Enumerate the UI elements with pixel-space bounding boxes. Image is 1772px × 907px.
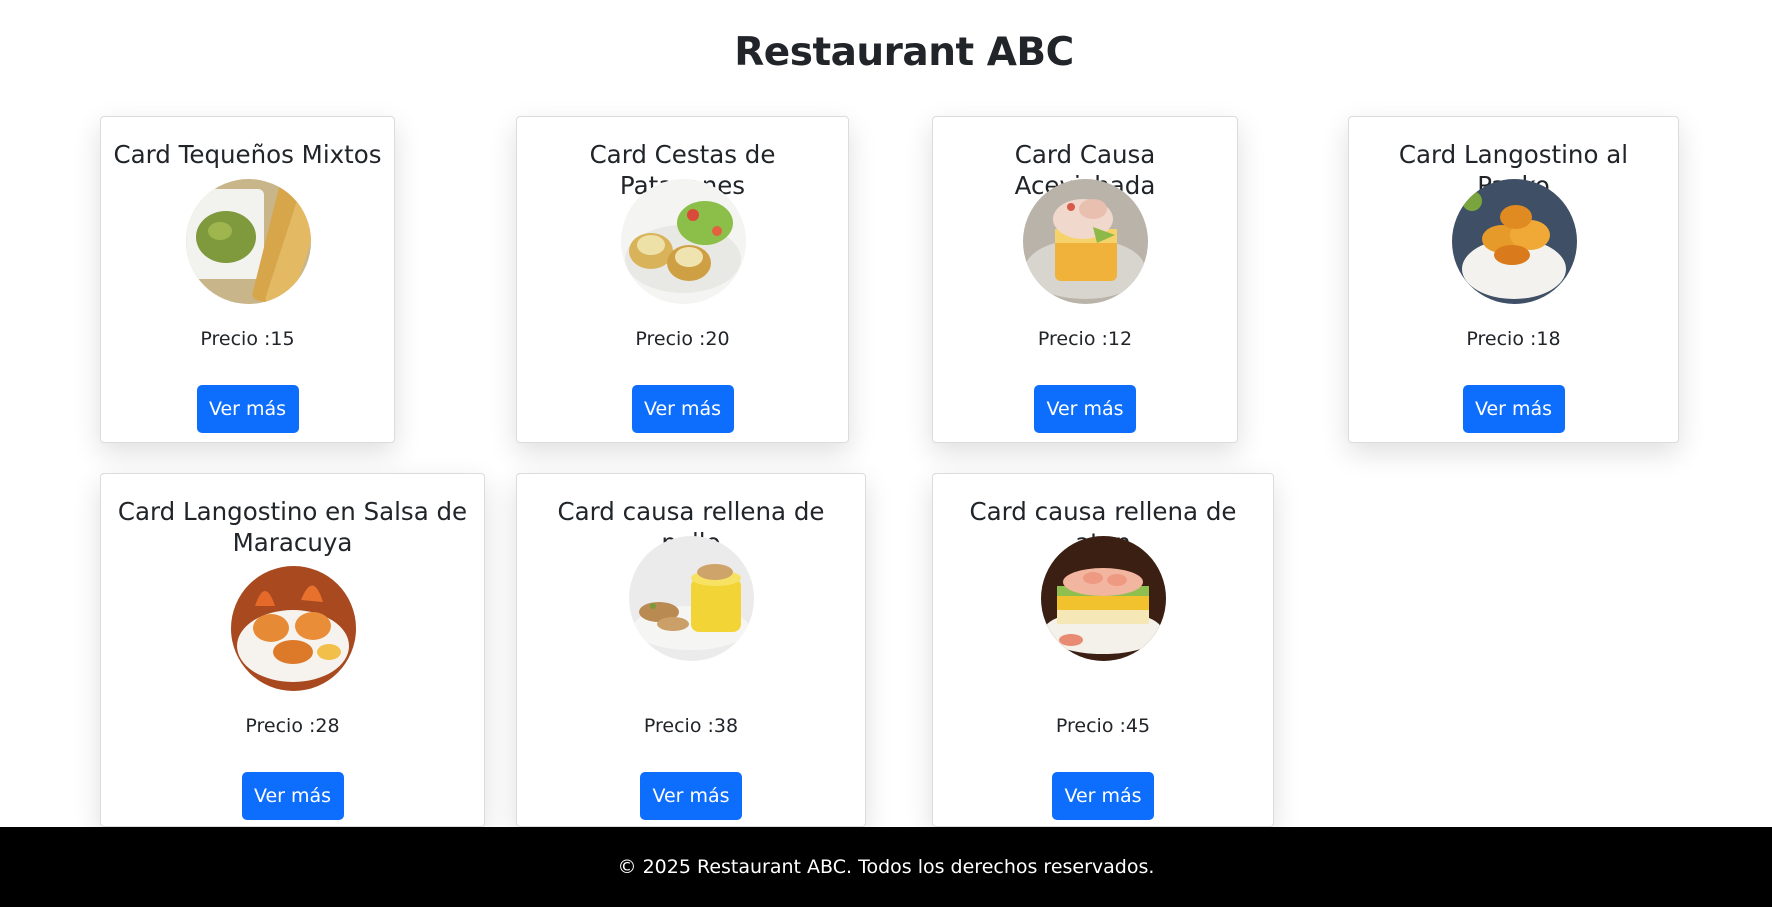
card-price: Precio :12 — [1037, 328, 1133, 350]
ver-mas-button[interactable]: Ver más — [1034, 385, 1136, 433]
dish-image — [1041, 536, 1166, 661]
card-title: Card Tequeños Mixtos — [113, 140, 382, 169]
footer: © 2025 Restaurant ABC. Todos los derecho… — [0, 827, 1772, 907]
dish-image — [1451, 179, 1577, 304]
card-price: Precio :18 — [1466, 328, 1561, 350]
dish-image — [185, 179, 311, 304]
dish-image — [629, 536, 754, 661]
card-price: Precio :15 — [200, 328, 295, 350]
card-price: Precio :28 — [245, 715, 340, 737]
footer-copyright: © 2025 Restaurant ABC. Todos los derecho… — [617, 856, 1155, 878]
menu-card-langostino-maracuya: Card Langostino en Salsa de Maracuya Pre… — [100, 473, 485, 827]
ver-mas-button[interactable]: Ver más — [1462, 385, 1565, 433]
menu-card-causa-acevichada: Card Causa Acevichada Precio :12 Ver más — [932, 116, 1238, 443]
card-price: Precio :38 — [643, 715, 739, 737]
ver-mas-button[interactable]: Ver más — [196, 385, 299, 433]
card-title: Card Langostino en Salsa de Maracuya — [117, 497, 468, 557]
card-price: Precio :20 — [635, 328, 730, 350]
ver-mas-button[interactable]: Ver más — [1052, 772, 1154, 820]
menu-card-patacones: Card Cestas de Patacones Precio :20 Ver … — [516, 116, 849, 443]
card-price: Precio :45 — [1055, 715, 1151, 737]
menu-card-langostino-panko: Card Langostino al Panko Precio :18 Ver … — [1348, 116, 1679, 443]
ver-mas-button[interactable]: Ver más — [241, 772, 344, 820]
dish-image — [1023, 179, 1148, 304]
page-title: Restaurant ABC — [734, 30, 1074, 75]
dish-image — [620, 179, 746, 304]
ver-mas-button[interactable]: Ver más — [640, 772, 742, 820]
menu-card-causa-pollo: Card causa rellena de pollo Precio :38 V… — [516, 473, 866, 827]
ver-mas-button[interactable]: Ver más — [631, 385, 734, 433]
dish-image — [230, 566, 356, 691]
menu-card-causa-atun: Card causa rellena de atun Precio :45 Ve… — [932, 473, 1274, 827]
menu-card-tequenos: Card Tequeños Mixtos Precio :15 Ver más — [100, 116, 395, 443]
